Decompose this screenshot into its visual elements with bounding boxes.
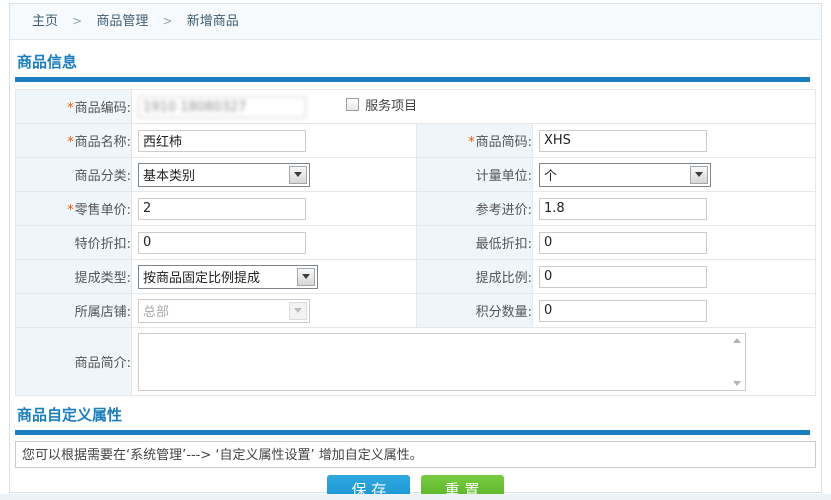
short-code-label: *商品简码:: [417, 124, 533, 158]
form-row-name-shortcode: *商品名称: *商品简码:: [16, 124, 816, 158]
form-row-description: 商品简介:: [16, 328, 816, 396]
unit-label: 计量单位:: [417, 158, 533, 192]
retail-price-label: *零售单价:: [16, 192, 132, 226]
scroll-down-icon[interactable]: [733, 381, 741, 386]
product-code-label: *商品编码:: [16, 90, 132, 124]
unit-select[interactable]: 个: [539, 163, 711, 187]
scroll-up-icon[interactable]: [733, 338, 741, 343]
category-label: 商品分类:: [16, 158, 132, 192]
category-select-value: 基本类别: [143, 165, 195, 184]
section-title-product-info: 商品信息: [17, 51, 816, 72]
page-bottom-strip: [0, 494, 831, 500]
required-marker: *: [67, 101, 74, 116]
commission-ratio-input[interactable]: [539, 266, 707, 288]
min-discount-input[interactable]: [539, 232, 707, 254]
required-marker: *: [67, 135, 74, 150]
chevron-down-icon: [289, 302, 307, 320]
description-label: 商品简介:: [16, 328, 132, 396]
retail-price-input[interactable]: [138, 198, 306, 220]
unit-select-value: 个: [544, 165, 557, 184]
store-select-value: 总部: [143, 301, 169, 320]
custom-attrs-note: 您可以根据需要在‘系统管理’---> ‘自定义属性设置’ 增加自定义属性。: [15, 441, 816, 468]
required-marker: *: [67, 203, 74, 218]
short-code-input[interactable]: [539, 130, 707, 152]
service-item-group: 服务项目: [346, 95, 417, 114]
service-item-checkbox[interactable]: [346, 98, 359, 111]
product-form-table: *商品编码: 服务项目 *商品名称: *商品简码: [15, 89, 816, 396]
commission-type-label: 提成类型:: [16, 260, 132, 294]
description-textarea-wrap: [138, 333, 746, 391]
form-row-store-points: 所属店铺: 总部 积分数量:: [16, 294, 816, 328]
breadcrumb-separator: >: [72, 14, 82, 28]
form-row-category-unit: 商品分类: 基本类别 计量单位: 个: [16, 158, 816, 192]
breadcrumb-home[interactable]: 主页: [32, 14, 58, 29]
form-row-prices: *零售单价: 参考进价:: [16, 192, 816, 226]
required-marker: *: [468, 135, 475, 150]
breadcrumb-product-management[interactable]: 商品管理: [96, 14, 148, 29]
section-divider-bar: [15, 77, 810, 82]
points-label: 积分数量:: [417, 294, 533, 328]
form-row-discounts: 特价折扣: 最低折扣:: [16, 226, 816, 260]
service-item-label: 服务项目: [365, 95, 417, 114]
product-name-input[interactable]: [138, 130, 306, 152]
store-select: 总部: [138, 299, 310, 323]
store-label: 所属店铺:: [16, 294, 132, 328]
page-container: 主页 > 商品管理 > 新增商品 商品信息 *商品编码: 服务项目: [9, 3, 822, 493]
section-title-custom-attrs: 商品自定义属性: [17, 404, 816, 425]
commission-type-select-value: 按商品固定比例提成: [143, 267, 260, 286]
reference-price-input[interactable]: [539, 198, 707, 220]
points-input[interactable]: [539, 300, 707, 322]
commission-ratio-label: 提成比例:: [417, 260, 533, 294]
form-row-code: *商品编码: 服务项目: [16, 90, 816, 124]
breadcrumb-separator: >: [163, 14, 173, 28]
form-row-commission: 提成类型: 按商品固定比例提成 提成比例:: [16, 260, 816, 294]
chevron-down-icon[interactable]: [690, 166, 708, 184]
breadcrumb: 主页 > 商品管理 > 新增商品: [10, 4, 821, 40]
chevron-down-icon[interactable]: [297, 268, 315, 286]
description-textarea[interactable]: [138, 333, 746, 391]
product-name-label: *商品名称:: [16, 124, 132, 158]
commission-type-select[interactable]: 按商品固定比例提成: [138, 265, 318, 289]
category-select[interactable]: 基本类别: [138, 163, 310, 187]
special-discount-label: 特价折扣:: [16, 226, 132, 260]
section-divider-bar: [15, 430, 810, 435]
chevron-down-icon[interactable]: [289, 166, 307, 184]
main-content: 商品信息 *商品编码: 服务项目 *商品名称:: [10, 40, 821, 500]
breadcrumb-add-product: 新增商品: [187, 14, 239, 29]
special-discount-input[interactable]: [138, 232, 306, 254]
product-code-input[interactable]: [138, 96, 306, 118]
min-discount-label: 最低折扣:: [417, 226, 533, 260]
textarea-scrollbar[interactable]: [729, 335, 744, 389]
reference-price-label: 参考进价:: [417, 192, 533, 226]
